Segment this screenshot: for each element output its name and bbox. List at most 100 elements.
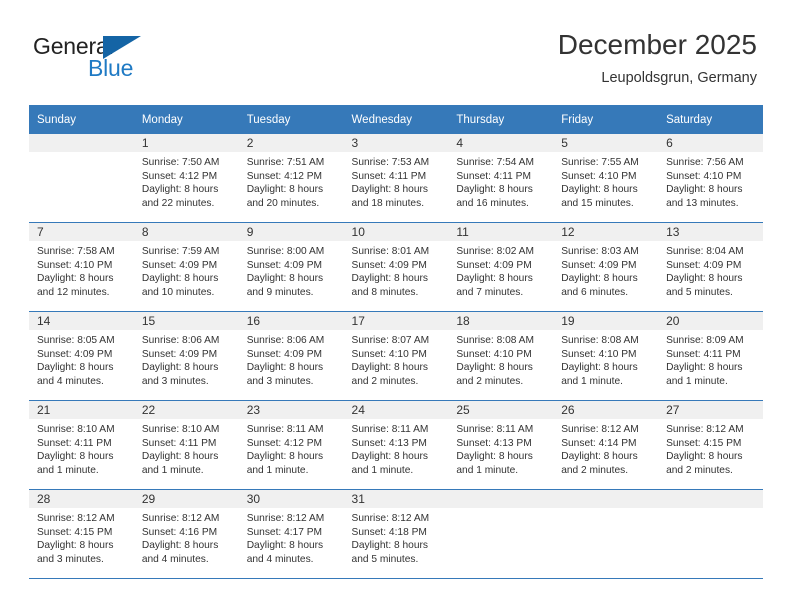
day-detail-lines — [658, 508, 763, 512]
calendar-day-cell[interactable]: 6 Sunrise: 7:56 AM Sunset: 4:10 PM Daylight… — [658, 134, 763, 223]
calendar-day-cell[interactable]: 16 Sunrise: 8:06 AM Sunset: 4:09 PM Dayligh… — [238, 311, 344, 401]
calendar-day-cell[interactable]: 29 Sunrise: 8:12 AM Sunset: 4:16 PM Dayligh… — [133, 489, 239, 579]
day-number — [553, 490, 659, 508]
day-detail-line: Daylight: 8 hours — [456, 184, 533, 196]
day-detail-line: Sunset: 4:09 PM — [37, 348, 113, 360]
day-detail-line: Daylight: 8 hours — [456, 362, 533, 374]
day-detail-line: Daylight: 8 hours — [351, 540, 428, 552]
day-detail-line: Sunrise: 8:07 AM — [351, 335, 430, 346]
weekday-header-friday: Friday — [553, 105, 659, 134]
day-cell-inner: 3 Sunrise: 7:53 AM Sunset: 4:11 PM Daylight… — [343, 134, 449, 222]
general-blue-logo[interactable]: General Blue — [33, 33, 163, 83]
calendar-day-cell[interactable]: 30 Sunrise: 8:12 AM Sunset: 4:17 PM Dayligh… — [238, 489, 344, 579]
calendar-grid: Sunday Monday Tuesday Wednesday Thursday… — [29, 105, 763, 579]
calendar-day-cell[interactable]: 2 Sunrise: 7:51 AM Sunset: 4:12 PM Daylight… — [238, 134, 344, 223]
calendar-day-cell[interactable]: 28 Sunrise: 8:12 AM Sunset: 4:15 PM Dayligh… — [29, 489, 134, 579]
title-block: December 2025 Leupoldsgrun, Germany — [558, 28, 757, 88]
calendar-day-cell[interactable]: 23 Sunrise: 8:11 AM Sunset: 4:12 PM Dayligh… — [238, 400, 344, 490]
day-detail-lines: Sunrise: 8:10 AM Sunset: 4:11 PM Daylight:… — [134, 419, 239, 477]
day-cell-inner: 7 Sunrise: 7:58 AM Sunset: 4:10 PM Daylight… — [29, 223, 134, 311]
day-number — [448, 490, 554, 508]
calendar-day-cell[interactable]: 19 Sunrise: 8:08 AM Sunset: 4:10 PM Dayligh… — [553, 311, 659, 401]
calendar-day-cell[interactable]: 13 Sunrise: 8:04 AM Sunset: 4:09 PM Dayligh… — [658, 222, 763, 312]
day-number: 9 — [238, 223, 344, 241]
calendar-day-cell[interactable]: 8 Sunrise: 7:59 AM Sunset: 4:09 PM Daylight… — [133, 222, 239, 312]
calendar-day-cell[interactable]: 7 Sunrise: 7:58 AM Sunset: 4:10 PM Daylight… — [29, 222, 134, 312]
calendar-day-cell[interactable]: 24 Sunrise: 8:11 AM Sunset: 4:13 PM Dayligh… — [343, 400, 449, 490]
calendar-day-cell[interactable]: 1 Sunrise: 7:50 AM Sunset: 4:12 PM Daylight… — [133, 134, 239, 223]
day-detail-line: Daylight: 8 hours — [561, 362, 638, 374]
day-detail-line: and 1 minute. — [37, 464, 99, 476]
day-detail-lines: Sunrise: 8:11 AM Sunset: 4:13 PM Daylight:… — [344, 419, 449, 477]
day-detail-line: Sunrise: 8:10 AM — [141, 424, 220, 435]
day-cell-inner — [29, 134, 134, 222]
day-detail-lines — [29, 152, 134, 156]
day-number: 8 — [133, 223, 239, 241]
calendar-day-cell[interactable]: 9 Sunrise: 8:00 AM Sunset: 4:09 PM Daylight… — [238, 222, 344, 312]
day-detail-line: and 4 minutes. — [246, 553, 314, 565]
calendar-day-cell[interactable]: 26 Sunrise: 8:12 AM Sunset: 4:14 PM Dayligh… — [553, 400, 659, 490]
day-cell-inner: 21 Sunrise: 8:10 AM Sunset: 4:11 PM Dayligh… — [29, 401, 134, 489]
day-detail-line: Sunrise: 8:11 AM — [351, 424, 429, 435]
day-detail-line: and 2 minutes. — [666, 464, 733, 476]
day-detail-line: Sunrise: 7:58 AM — [37, 246, 115, 257]
calendar-day-cell[interactable]: 4 Sunrise: 7:54 AM Sunset: 4:11 PM Daylight… — [448, 134, 554, 223]
day-detail-line: Sunrise: 8:02 AM — [456, 246, 534, 257]
day-detail-line: and 1 minute. — [351, 464, 414, 476]
day-detail-line: Sunrise: 8:05 AM — [37, 335, 115, 346]
day-detail-line: and 1 minute. — [141, 464, 204, 476]
day-detail-line: and 5 minutes. — [666, 286, 733, 298]
day-number: 31 — [343, 490, 449, 508]
day-detail-line: Daylight: 8 hours — [666, 451, 743, 463]
calendar-day-cell[interactable]: 20 Sunrise: 8:09 AM Sunset: 4:11 PM Dayligh… — [658, 311, 763, 401]
day-detail-lines: Sunrise: 8:08 AM Sunset: 4:10 PM Daylight:… — [448, 330, 553, 388]
day-cell-inner — [448, 490, 554, 578]
day-detail-line: Daylight: 8 hours — [561, 184, 638, 196]
calendar-day-cell[interactable]: 5 Sunrise: 7:55 AM Sunset: 4:10 PM Daylight… — [553, 134, 659, 223]
day-detail-line: and 6 minutes. — [561, 286, 629, 298]
day-detail-lines: Sunrise: 8:11 AM Sunset: 4:12 PM Daylight:… — [239, 419, 344, 477]
day-detail-lines: Sunrise: 7:50 AM Sunset: 4:12 PM Daylight:… — [134, 152, 239, 210]
day-detail-line: Sunset: 4:14 PM — [561, 437, 637, 449]
calendar-week-row: 7 Sunrise: 7:58 AM Sunset: 4:10 PM Daylight… — [29, 222, 763, 312]
weekday-header-sunday: Sunday — [29, 105, 134, 134]
day-detail-line: Sunrise: 8:09 AM — [666, 335, 744, 346]
day-detail-line: and 3 minutes. — [37, 553, 104, 565]
day-detail-line: Sunrise: 7:53 AM — [351, 157, 430, 168]
calendar-day-cell[interactable]: 22 Sunrise: 8:10 AM Sunset: 4:11 PM Dayligh… — [133, 400, 239, 490]
calendar-day-cell[interactable]: 11 Sunrise: 8:02 AM Sunset: 4:09 PM Dayligh… — [448, 222, 554, 312]
day-detail-line: and 15 minutes. — [561, 197, 634, 209]
calendar-day-cell[interactable]: 31 Sunrise: 8:12 AM Sunset: 4:18 PM Dayligh… — [343, 489, 449, 579]
calendar-day-cell[interactable]: 14 Sunrise: 8:05 AM Sunset: 4:09 PM Dayligh… — [29, 311, 134, 401]
day-detail-line: and 13 minutes. — [666, 197, 739, 209]
day-cell-inner: 4 Sunrise: 7:54 AM Sunset: 4:11 PM Daylight… — [448, 134, 554, 222]
page-subtitle: Leupoldsgrun, Germany — [601, 70, 757, 86]
calendar-day-cell[interactable]: 25 Sunrise: 8:11 AM Sunset: 4:13 PM Dayligh… — [448, 400, 554, 490]
day-detail-line: Daylight: 8 hours — [37, 451, 114, 463]
calendar-day-cell[interactable]: 12 Sunrise: 8:03 AM Sunset: 4:09 PM Dayligh… — [553, 222, 659, 312]
day-detail-line: Sunset: 4:13 PM — [351, 437, 427, 449]
calendar-day-cell[interactable]: 15 Sunrise: 8:06 AM Sunset: 4:09 PM Dayligh… — [133, 311, 239, 401]
calendar-day-cell[interactable]: 10 Sunrise: 8:01 AM Sunset: 4:09 PM Dayligh… — [343, 222, 449, 312]
day-detail-lines: Sunrise: 8:07 AM Sunset: 4:10 PM Daylight:… — [344, 330, 449, 388]
day-number: 18 — [448, 312, 554, 330]
day-cell-inner: 17 Sunrise: 8:07 AM Sunset: 4:10 PM Dayligh… — [343, 312, 449, 400]
day-detail-line: Daylight: 8 hours — [666, 362, 743, 374]
page-header: General Blue December 2025 Leupoldsgrun,… — [0, 0, 792, 100]
calendar-day-cell[interactable]: 18 Sunrise: 8:08 AM Sunset: 4:10 PM Dayligh… — [448, 311, 554, 401]
weekday-header-thursday: Thursday — [448, 105, 554, 134]
calendar-day-cell[interactable]: 27 Sunrise: 8:12 AM Sunset: 4:15 PM Dayligh… — [658, 400, 763, 490]
calendar-day-cell[interactable]: 21 Sunrise: 8:10 AM Sunset: 4:11 PM Dayligh… — [29, 400, 134, 490]
day-detail-line: Sunset: 4:10 PM — [351, 348, 427, 360]
day-detail-lines: Sunrise: 8:12 AM Sunset: 4:14 PM Daylight:… — [553, 419, 658, 477]
day-detail-lines: Sunrise: 8:12 AM Sunset: 4:18 PM Daylight:… — [344, 508, 449, 566]
day-cell-inner: 27 Sunrise: 8:12 AM Sunset: 4:15 PM Dayligh… — [658, 401, 763, 489]
day-number: 7 — [29, 223, 134, 241]
day-detail-line: Sunrise: 7:56 AM — [666, 157, 744, 168]
day-number: 22 — [133, 401, 239, 419]
day-detail-line: Daylight: 8 hours — [246, 362, 324, 374]
day-cell-inner: 18 Sunrise: 8:08 AM Sunset: 4:10 PM Dayligh… — [448, 312, 554, 400]
day-number: 11 — [448, 223, 554, 241]
calendar-day-cell[interactable]: 3 Sunrise: 7:53 AM Sunset: 4:11 PM Daylight… — [343, 134, 449, 223]
calendar-day-cell[interactable]: 17 Sunrise: 8:07 AM Sunset: 4:10 PM Dayligh… — [343, 311, 449, 401]
